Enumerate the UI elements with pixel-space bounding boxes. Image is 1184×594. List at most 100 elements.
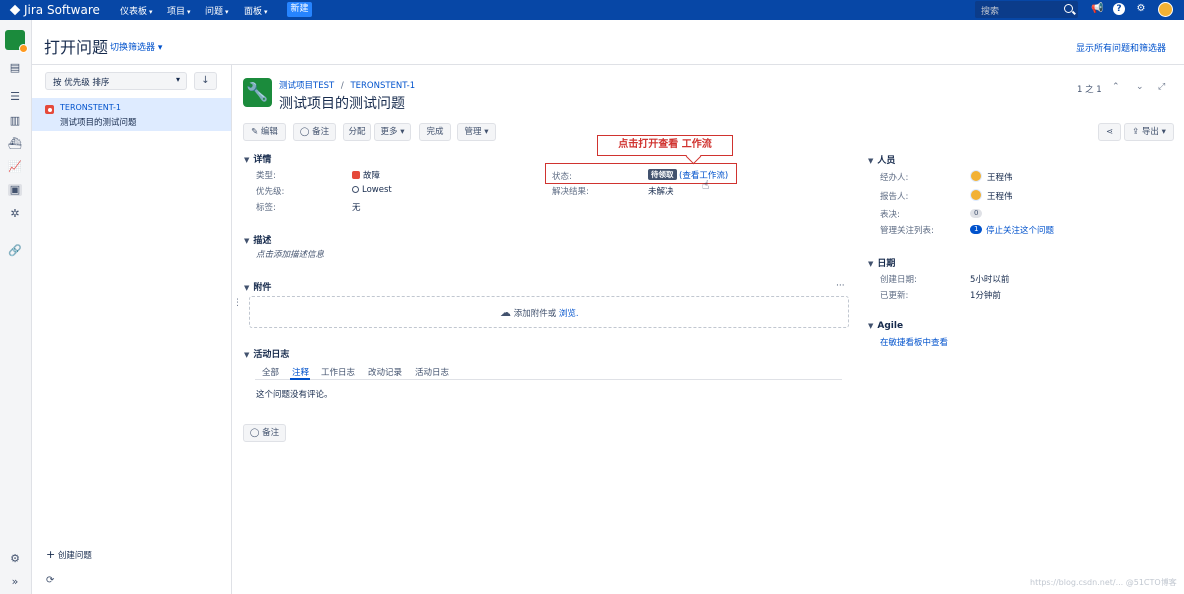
comment-button-bottom[interactable]: ◯ 备注 — [243, 424, 286, 442]
list-icon[interactable]: ☰ — [8, 91, 22, 103]
admin-button[interactable]: 管理 ▾ — [457, 123, 496, 141]
toggle-down-icon: ▼ — [868, 322, 873, 330]
nav-dashboards[interactable]: 仪表板▾ — [120, 4, 153, 17]
tab-worklog[interactable]: 工作日志 — [321, 366, 355, 378]
no-comments-text: 这个问题没有评论。 — [256, 388, 333, 400]
priority-label: 优先级: — [256, 185, 284, 197]
settings-gear-icon[interactable]: ⚙ — [8, 553, 22, 565]
megaphone-icon[interactable]: 📢 — [1091, 3, 1103, 15]
stop-watching-link[interactable]: 停止关注这个问题 — [986, 224, 1054, 236]
more-button[interactable]: 更多 ▾ — [374, 123, 411, 141]
expand-sidebar-icon[interactable]: » — [8, 576, 22, 588]
description-placeholder[interactable]: 点击添加描述信息 — [256, 248, 324, 260]
jira-diamond-icon — [10, 5, 21, 16]
tab-activity[interactable]: 活动日志 — [415, 366, 449, 378]
chevron-down-icon[interactable]: ⌄ — [1136, 82, 1144, 92]
details-heading-label: 详情 — [253, 155, 271, 165]
comment-bottom-label: 备注 — [262, 428, 279, 438]
expand-icon[interactable]: ⤢ — [1158, 82, 1165, 92]
watchers-label: 管理关注列表: — [880, 224, 934, 236]
agile-heading[interactable]: ▼Agile — [868, 321, 903, 331]
refresh-icon[interactable]: ⟳ — [46, 575, 54, 586]
reports-icon[interactable]: 📈 — [8, 161, 22, 173]
comment-icon: ◯ — [250, 428, 260, 438]
assignee-value[interactable]: 王程伟 — [987, 171, 1013, 183]
assignee-avatar — [970, 170, 982, 182]
attachment-drop-text: ☁ 添加附件或 浏览. — [500, 306, 579, 319]
search-input[interactable]: 搜索 — [975, 1, 1078, 18]
jira-logo[interactable]: Jira Software — [10, 3, 100, 17]
edit-button[interactable]: ✎ 编辑 — [243, 123, 286, 141]
components-icon[interactable]: ✲ — [8, 208, 22, 220]
activity-heading-label: 活动日志 — [253, 350, 289, 360]
tab-history[interactable]: 改动记录 — [368, 366, 402, 378]
releases-icon[interactable]: ⛴ — [8, 138, 22, 150]
dates-heading[interactable]: ▼日期 — [868, 256, 895, 269]
details-heading[interactable]: ▼详情 — [244, 152, 271, 165]
issue-key: TERONSTENT-1 — [60, 103, 121, 112]
help-icon[interactable]: ? — [1113, 3, 1125, 15]
chevron-up-icon[interactable]: ⌃ — [1112, 82, 1120, 92]
tab-comments[interactable]: 注释 — [292, 366, 309, 378]
description-heading[interactable]: ▼描述 — [244, 233, 271, 246]
issue-summary: 测试项目的测试问题 — [60, 116, 137, 128]
search-icon — [1064, 4, 1073, 13]
chevron-down-icon: ▾ — [149, 8, 153, 16]
updated-value: 1分钟前 — [970, 289, 1001, 301]
nav-dashboards-label: 仪表板 — [120, 7, 147, 17]
user-avatar[interactable] — [1158, 2, 1173, 17]
priority-value: Lowest — [352, 185, 392, 195]
sort-direction-button[interactable]: ↓ — [194, 72, 217, 90]
tab-all[interactable]: 全部 — [262, 366, 279, 378]
nav-boards[interactable]: 面板▾ — [244, 4, 268, 17]
resolution-value: 未解决 — [648, 185, 674, 197]
drag-handle-icon[interactable]: ⋮ — [233, 298, 242, 308]
status-label: 状态: — [552, 170, 572, 182]
create-button[interactable]: 新建 — [287, 2, 312, 17]
admin-label: 管理 — [465, 127, 482, 137]
switch-filter-label: 切换筛选器 — [110, 43, 155, 53]
more-options-icon[interactable]: ··· — [836, 281, 845, 291]
browse-link[interactable]: 浏览. — [559, 309, 579, 319]
page-title: 打开问题 — [44, 34, 108, 58]
comment-button[interactable]: ◯ 备注 — [293, 123, 336, 141]
assign-button[interactable]: 分配 — [343, 123, 371, 141]
done-button[interactable]: 完成 — [419, 123, 451, 141]
issues-icon[interactable]: ▣ — [8, 184, 22, 196]
board-icon[interactable]: ▥ — [8, 115, 22, 127]
sort-select[interactable]: 按 优先级 排序 ▾ — [45, 72, 187, 90]
watchers-count-badge[interactable]: 1 — [970, 225, 982, 234]
nav-issues[interactable]: 问题▾ — [205, 4, 229, 17]
issue-list-item[interactable]: TERONSTENT-1 测试项目的测试问题 — [32, 98, 231, 131]
link-icon[interactable]: 🔗 — [8, 245, 22, 257]
project-sidebar: ▤ ☰ ▥ ⛴ 📈 ▣ ✲ 🔗 ⚙ » — [0, 20, 32, 594]
show-all-issues-link[interactable]: 显示所有问题和筛选器 — [1076, 41, 1166, 54]
votes-count-badge[interactable]: 0 — [970, 209, 982, 218]
chevron-down-icon: ▾ — [1162, 127, 1166, 137]
people-heading[interactable]: ▼人员 — [868, 153, 895, 166]
switch-filter-dropdown[interactable]: 切换筛选器 ▾ — [110, 40, 162, 53]
issue-title[interactable]: 测试项目的测试问题 — [279, 93, 405, 113]
status-badge[interactable]: 待领取 — [648, 169, 677, 180]
reporter-value[interactable]: 王程伟 — [987, 190, 1013, 202]
tab-divider — [255, 379, 842, 380]
create-issue-label: 创建问题 — [58, 551, 92, 561]
bug-icon — [45, 105, 54, 114]
attachments-heading[interactable]: ▼附件 — [244, 280, 271, 293]
create-issue-button[interactable]: + 创建问题 — [46, 548, 92, 561]
export-button[interactable]: ⇪ 导出 ▾ — [1124, 123, 1174, 141]
share-button[interactable]: ⋖ — [1098, 123, 1121, 141]
breadcrumb-project[interactable]: 测试项目TEST — [279, 81, 334, 91]
view-in-board-link[interactable]: 在敏捷看板中查看 — [880, 336, 948, 348]
project-wrench-icon: 🔧 — [243, 78, 272, 107]
nav-projects[interactable]: 项目▾ — [167, 4, 191, 17]
backlog-icon[interactable]: ▤ — [8, 62, 22, 74]
activity-heading[interactable]: ▼活动日志 — [244, 347, 289, 360]
bug-icon — [352, 171, 360, 179]
project-avatar[interactable] — [5, 30, 25, 50]
gear-icon[interactable]: ⚙ — [1135, 3, 1147, 15]
toggle-down-icon: ▼ — [868, 260, 873, 268]
breadcrumb-issue-key[interactable]: TERONSTENT-1 — [350, 81, 415, 91]
sort-label: 按 优先级 排序 — [53, 76, 109, 88]
attachment-drop-zone[interactable]: ☁ 添加附件或 浏览. — [249, 296, 849, 328]
